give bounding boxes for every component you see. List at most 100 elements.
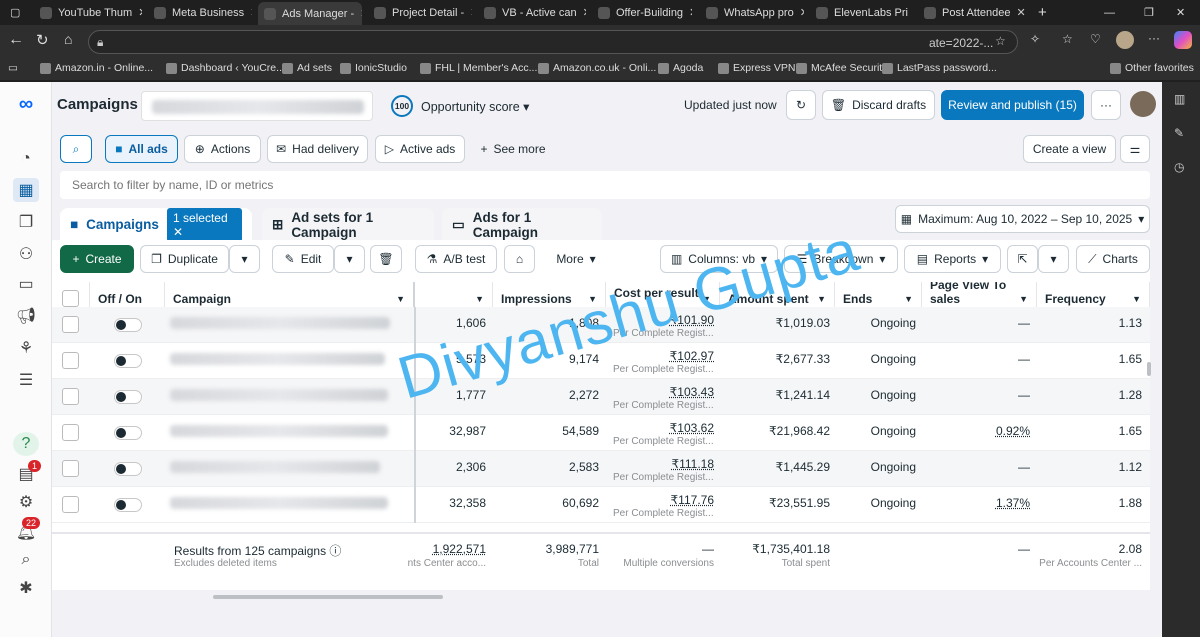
close-tab-icon[interactable]: ✕: [360, 7, 362, 20]
row-checkbox[interactable]: [62, 388, 79, 405]
billing-icon[interactable]: ▭: [13, 272, 39, 296]
charts-button[interactable]: ⟋ Charts: [1076, 245, 1150, 273]
new-tab-button[interactable]: +: [1032, 2, 1053, 23]
search-filter-input[interactable]: [60, 171, 1150, 199]
campaign-name-redacted[interactable]: [170, 497, 388, 509]
breakdown-button[interactable]: ☰ Breakdown ▾: [784, 245, 898, 273]
select-all-checkbox[interactable]: [62, 290, 79, 307]
copilot-icon[interactable]: [1174, 31, 1192, 49]
row-checkbox[interactable]: [62, 316, 79, 333]
refresh-data-button[interactable]: ↻: [786, 90, 816, 120]
tab-ads[interactable]: ▭ Ads for 1 Campaign: [442, 208, 602, 241]
bookmark-item[interactable]: Dashboard ‹ YouCre...: [166, 62, 285, 74]
bookmark-item[interactable]: Ad sets: [282, 62, 332, 74]
table-row[interactable]: 5,573 9,174 ₹102.97 Per Complete Regist.…: [52, 343, 1150, 379]
create-view-button[interactable]: Create a view: [1023, 135, 1116, 163]
bookmark-item[interactable]: LastPass password...: [882, 62, 997, 74]
tab-campaigns[interactable]: ■ Campaigns 1 selected ✕: [60, 207, 252, 242]
table-row[interactable]: 2,306 2,583 ₹111.18 Per Complete Regist.…: [52, 451, 1150, 487]
audiences-icon[interactable]: ⚇: [13, 242, 39, 266]
edit-button[interactable]: ✎ Edit: [272, 245, 334, 273]
delete-button[interactable]: 🗑︎: [370, 245, 402, 273]
row-checkbox[interactable]: [62, 460, 79, 477]
browser-tab[interactable]: Project Detail - ✕: [368, 2, 472, 23]
search-button[interactable]: ⌕: [60, 135, 92, 163]
table-row[interactable]: 1,606 1,808 ₹101.90 Per Complete Regist.…: [52, 307, 1150, 343]
extensions-icon[interactable]: ✧: [1030, 32, 1040, 46]
row-checkbox[interactable]: [62, 352, 79, 369]
row-checkbox[interactable]: [62, 424, 79, 441]
filter-actions[interactable]: ⊕ Actions: [184, 135, 261, 163]
row-checkbox[interactable]: [62, 496, 79, 513]
help-icon[interactable]: ?: [13, 432, 39, 456]
bookmark-item[interactable]: FHL | Member's Acc...: [420, 62, 537, 74]
pages-icon[interactable]: ❐: [13, 210, 39, 234]
campaign-name-redacted[interactable]: [170, 317, 390, 329]
bookmark-item[interactable]: Amazon.co.uk - Onli...: [538, 62, 656, 74]
tab-actions-icon[interactable]: ▢: [4, 2, 28, 23]
see-more-button[interactable]: + See more: [473, 135, 553, 163]
browser-tab[interactable]: Post Attendee ✕: [918, 2, 1026, 23]
bookmark-item[interactable]: McAfee Security: [796, 62, 887, 74]
discard-drafts-button[interactable]: 🗑︎ Discard drafts: [822, 90, 935, 120]
search-icon[interactable]: ⌕: [13, 548, 39, 572]
bookmark-item[interactable]: Amazon.in - Online...: [40, 62, 153, 74]
browser-tab[interactable]: ElevenLabs Pri✕: [810, 2, 912, 23]
create-button[interactable]: + Create: [60, 245, 134, 273]
profile-avatar[interactable]: [1116, 31, 1134, 49]
campaign-toggle[interactable]: [114, 354, 142, 368]
horizontal-scrollbar[interactable]: [213, 595, 443, 599]
filter-all-ads[interactable]: ■ All ads: [105, 135, 178, 163]
campaign-toggle[interactable]: [114, 426, 142, 440]
campaign-toggle[interactable]: [114, 390, 142, 404]
browser-tab[interactable]: WhatsApp pro ✕: [700, 2, 804, 23]
campaign-toggle[interactable]: [114, 318, 142, 332]
minimize-button[interactable]: —: [1098, 2, 1121, 23]
ads-icon[interactable]: 📢︎: [13, 304, 39, 328]
bookmark-item[interactable]: Express VPN: [718, 62, 795, 74]
home-button[interactable]: ⌂: [64, 31, 72, 47]
bookmark-item[interactable]: IonicStudio: [340, 62, 407, 74]
filter-had-delivery[interactable]: ✉ Had delivery: [267, 135, 368, 163]
events-icon[interactable]: ⚘: [13, 336, 39, 360]
back-button[interactable]: ←: [8, 31, 24, 49]
more-button[interactable]: More ▾: [545, 245, 607, 273]
url-input[interactable]: 🔒︎ ate=2022-... ☆: [88, 30, 1018, 54]
close-tab-icon[interactable]: ✕: [250, 6, 252, 19]
opportunity-score-dropdown[interactable]: Opportunity score ▾: [421, 99, 529, 114]
campaign-name-redacted[interactable]: [170, 461, 380, 473]
table-row[interactable]: 1,777 2,272 ₹103.43 Per Complete Regist.…: [52, 379, 1150, 415]
more-options-button[interactable]: ···: [1091, 90, 1121, 120]
date-range-picker[interactable]: ▦ Maximum: Aug 10, 2022 – Sep 10, 2025 ▾: [895, 205, 1150, 233]
campaign-toggle[interactable]: [114, 498, 142, 512]
campaign-name-redacted[interactable]: [170, 425, 388, 437]
close-window-button[interactable]: ✕: [1170, 2, 1191, 23]
user-avatar[interactable]: [1130, 91, 1156, 117]
chart-icon[interactable]: ▥: [1174, 92, 1185, 106]
campaign-toggle[interactable]: [114, 462, 142, 476]
browser-tab[interactable]: YouTube Thum ✕: [34, 2, 142, 23]
settings-icon[interactable]: ⚙: [13, 490, 39, 514]
close-tab-icon[interactable]: ✕: [689, 6, 692, 19]
filter-active-ads[interactable]: ▷ Active ads: [375, 135, 465, 163]
close-tab-icon[interactable]: ✕: [470, 6, 472, 19]
browser-tab[interactable]: Ads Manager - ✕: [258, 2, 362, 25]
opportunity-score-gauge[interactable]: 100: [391, 95, 413, 117]
duplicate-dropdown[interactable]: ▾: [229, 245, 260, 273]
ab-test-button[interactable]: ⚗ A/B test: [415, 245, 497, 273]
star-icon[interactable]: ☆: [995, 34, 1006, 48]
table-row[interactable]: 32,358 60,692 ₹117.76 Per Complete Regis…: [52, 487, 1150, 523]
close-tab-icon[interactable]: ✕: [1017, 6, 1026, 19]
review-publish-button[interactable]: Review and publish (15): [941, 90, 1084, 120]
close-tab-icon[interactable]: ✕: [583, 6, 586, 19]
export-dropdown[interactable]: ▾: [1038, 245, 1069, 273]
bug-report-icon[interactable]: ✱: [13, 576, 39, 600]
bookmark-item[interactable]: Other favorites: [1110, 62, 1194, 74]
reports-button[interactable]: ▤ Reports ▾: [904, 245, 1001, 273]
tag-button[interactable]: ⌂: [504, 245, 535, 273]
export-button[interactable]: ⇱: [1007, 245, 1038, 273]
selected-badge[interactable]: 1 selected ✕: [166, 207, 242, 242]
filter-settings-button[interactable]: ⚌: [1120, 135, 1150, 163]
browser-tab[interactable]: Meta Business ✕: [148, 2, 252, 23]
columns-button[interactable]: ▥ Columns: vb ▾: [660, 245, 778, 273]
